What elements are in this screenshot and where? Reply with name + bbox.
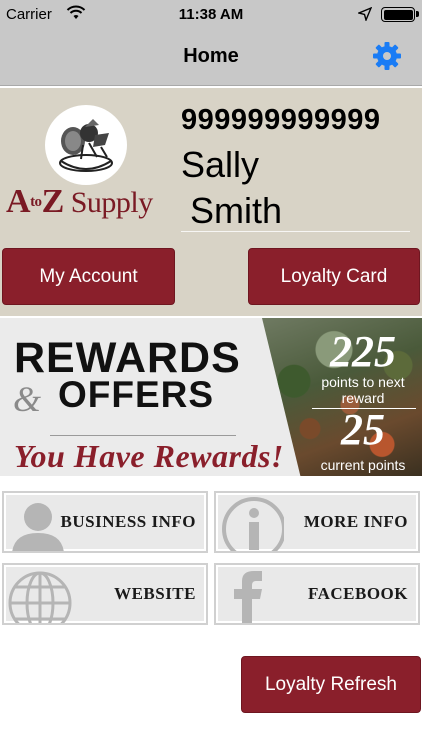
- points-to-next-label: points to next reward: [321, 374, 405, 406]
- rewards-ampersand: &: [13, 379, 42, 419]
- member-id: 999999999999: [181, 104, 381, 136]
- globe-icon: [8, 571, 72, 623]
- facebook-tile[interactable]: FACEBOOK: [214, 563, 420, 625]
- rewards-divider: [50, 435, 236, 436]
- business-info-tile[interactable]: BUSINESS INFO: [2, 491, 208, 553]
- tile-label: FACEBOOK: [307, 584, 408, 603]
- facebook-icon: [234, 571, 262, 623]
- more-info-tile[interactable]: MORE INFO: [214, 491, 420, 553]
- tile-label: BUSINESS INFO: [60, 512, 196, 531]
- website-tile[interactable]: WEBSITE: [2, 563, 208, 625]
- tile-label: MORE INFO: [303, 512, 408, 531]
- status-bar: Carrier 11:38 AM: [0, 0, 422, 28]
- points-to-next-value: 225: [330, 327, 396, 376]
- logo-emblem: [45, 105, 127, 185]
- current-points-label: current points: [320, 457, 406, 473]
- profile-divider: [181, 231, 410, 232]
- my-account-button[interactable]: My Account: [2, 248, 175, 305]
- info-icon: [222, 497, 284, 551]
- brand-logo: AtoZ Supply: [6, 183, 153, 220]
- nav-bar: Home: [0, 28, 422, 86]
- location-icon: [358, 7, 372, 21]
- gear-icon[interactable]: [371, 40, 403, 72]
- current-points-value: 25: [341, 405, 385, 454]
- page-title: Home: [183, 45, 239, 67]
- loyalty-card-button[interactable]: Loyalty Card: [248, 248, 420, 305]
- rewards-status: You Have Rewards!: [14, 438, 284, 474]
- loyalty-refresh-button[interactable]: Loyalty Refresh: [241, 656, 421, 713]
- rewards-banner[interactable]: REWARDS & OFFERS You Have Rewards! 225 p…: [0, 318, 422, 476]
- last-name: Smith: [190, 190, 283, 231]
- offers-title: OFFERS: [58, 374, 215, 415]
- battery-icon: [381, 7, 419, 22]
- turkey-logo-icon: [59, 119, 113, 172]
- tile-label: WEBSITE: [114, 584, 196, 603]
- first-name: Sally: [181, 144, 260, 185]
- profile-panel: AtoZ Supply 999999999999 Sally Smith My …: [0, 88, 422, 316]
